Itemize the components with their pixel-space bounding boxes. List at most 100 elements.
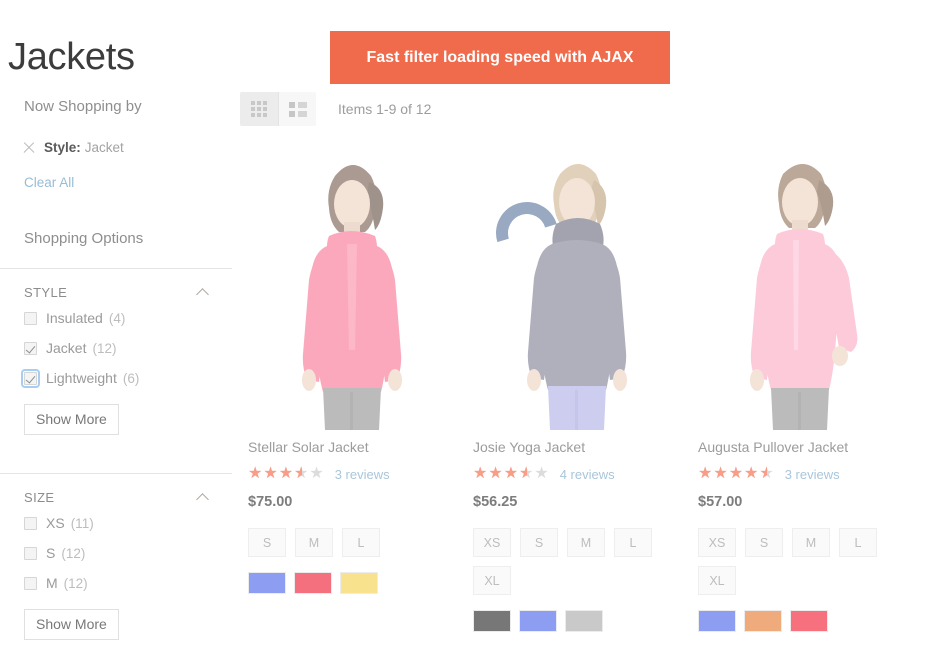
color-swatch[interactable] (790, 610, 828, 632)
checkbox-jacket[interactable] (24, 341, 37, 355)
product-price: $57.00 (698, 494, 743, 510)
filter-option-count: (12) (92, 340, 117, 356)
size-swatch[interactable]: L (839, 528, 877, 557)
color-swatch[interactable] (565, 610, 603, 632)
product-rating: ★★★★★ ★★★★★ 4 reviews (465, 466, 690, 482)
product-card[interactable]: Augusta Pullover Jacket ★★★★★ ★★★★★ 3 re… (690, 140, 915, 632)
view-mode-switcher (240, 92, 316, 126)
color-swatches (240, 572, 465, 594)
size-swatch[interactable]: M (295, 528, 333, 557)
filter-option-count: (11) (70, 515, 94, 531)
star-rating-fill: ★★★★★ (473, 466, 527, 482)
size-swatch[interactable]: XS (698, 528, 736, 557)
color-swatch[interactable] (473, 610, 511, 632)
close-icon[interactable] (22, 141, 36, 155)
size-swatch[interactable]: XS (473, 528, 511, 557)
filter-option-xs[interactable]: XS (11) (24, 515, 216, 531)
checkbox-s[interactable] (24, 546, 37, 560)
star-rating-icon: ★★★★★ ★★★★★ (248, 465, 325, 482)
size-swatch[interactable]: XL (473, 566, 511, 595)
checkbox-lightweight[interactable] (21, 368, 40, 388)
reviews-link[interactable]: 4 reviews (560, 467, 615, 482)
checkbox-insulated[interactable] (24, 311, 37, 325)
product-rating: ★★★★★ ★★★★★ 3 reviews (240, 466, 465, 482)
shopping-options-title: Shopping Options (24, 230, 144, 247)
product-price: $56.25 (473, 494, 518, 510)
active-filter-item: Style: Jacket (0, 140, 232, 155)
color-swatch[interactable] (340, 572, 378, 594)
product-card[interactable]: Stellar Solar Jacket ★★★★★ ★★★★★ 3 revie… (240, 140, 465, 632)
color-swatch[interactable] (248, 572, 286, 594)
product-rating: ★★★★★ ★★★★★ 3 reviews (690, 466, 915, 482)
filter-option-label: XS (46, 515, 65, 531)
filter-option-s[interactable]: S (12) (24, 545, 216, 561)
color-swatch[interactable] (744, 610, 782, 632)
color-swatch[interactable] (698, 610, 736, 632)
product-grid: Stellar Solar Jacket ★★★★★ ★★★★★ 3 revie… (240, 140, 944, 632)
color-swatch[interactable] (519, 610, 557, 632)
filter-size-options: XS (11) S (12) M (12) (0, 515, 216, 591)
chevron-up-icon[interactable] (197, 491, 210, 504)
promo-banner-text: Fast filter loading speed with AJAX (366, 48, 634, 66)
active-filter-label: Style: (44, 140, 81, 155)
filter-style-title: STYLE (24, 285, 68, 300)
product-photo-illustration (701, 140, 904, 430)
promo-banner: Fast filter loading speed with AJAX (330, 31, 670, 84)
color-swatches (465, 610, 690, 632)
filter-option-m[interactable]: M (12) (24, 575, 216, 591)
filter-option-count: (4) (108, 310, 126, 326)
filter-option-label: M (46, 575, 58, 591)
now-shopping-by-title: Now Shopping by (24, 98, 142, 115)
size-swatches: XS S M L XL (465, 528, 665, 604)
filter-option-count: (12) (61, 545, 86, 561)
product-toolbar: Items 1-9 of 12 (240, 92, 944, 126)
color-swatches (690, 610, 915, 632)
items-count-text: Items 1-9 of 12 (338, 101, 432, 117)
filter-size-header[interactable]: SIZE (0, 474, 216, 515)
filter-style-options: Insulated (4) Jacket (12) Lightweight (6… (0, 310, 216, 388)
size-swatch[interactable]: XL (698, 566, 736, 595)
product-image-josie-yoga-jacket[interactable] (476, 140, 679, 430)
show-more-style-button[interactable]: Show More (24, 404, 119, 435)
filter-option-jacket[interactable]: Jacket (12) (24, 340, 216, 356)
product-card[interactable]: Josie Yoga Jacket ★★★★★ ★★★★★ 4 reviews … (465, 140, 690, 632)
active-filter-value: Jacket (84, 140, 124, 155)
product-image-augusta-pullover-jacket[interactable] (701, 140, 904, 430)
filter-option-count: (12) (63, 575, 88, 591)
star-rating-icon: ★★★★★ ★★★★★ (698, 465, 775, 482)
product-name[interactable]: Augusta Pullover Jacket (690, 438, 915, 456)
list-view-button[interactable] (278, 92, 316, 126)
size-swatch[interactable]: S (520, 528, 558, 557)
product-name[interactable]: Stellar Solar Jacket (240, 438, 465, 456)
size-swatch[interactable]: M (792, 528, 830, 557)
filter-size-title: SIZE (24, 490, 55, 505)
product-name[interactable]: Josie Yoga Jacket (465, 438, 690, 456)
filter-style-header[interactable]: STYLE (0, 269, 216, 310)
clear-all-link[interactable]: Clear All (0, 175, 232, 190)
reviews-link[interactable]: 3 reviews (785, 467, 840, 482)
filter-option-label: S (46, 545, 56, 561)
checkbox-m[interactable] (24, 576, 37, 590)
filter-option-lightweight[interactable]: Lightweight (6) (21, 368, 216, 388)
product-photo-illustration (476, 140, 679, 430)
page-title: Jackets (8, 36, 135, 79)
size-swatch[interactable]: L (342, 528, 380, 557)
size-swatch[interactable]: S (248, 528, 286, 557)
show-more-size-button[interactable]: Show More (24, 609, 119, 640)
star-rating-fill: ★★★★★ (698, 466, 768, 482)
product-image-stellar-solar-jacket[interactable] (251, 140, 454, 430)
product-list-main: Items 1-9 of 12 Stellar Solar Jacket ★★★… (240, 92, 944, 632)
size-swatch[interactable]: L (614, 528, 652, 557)
chevron-up-icon[interactable] (197, 286, 210, 299)
star-rating-fill: ★★★★★ (248, 466, 302, 482)
filter-option-label: Lightweight (46, 370, 117, 386)
size-swatch[interactable]: M (567, 528, 605, 557)
checkbox-xs[interactable] (24, 516, 37, 530)
color-swatch[interactable] (294, 572, 332, 594)
filter-block-size: SIZE XS (11) S (12) M (12) Show More (0, 473, 232, 660)
filter-option-insulated[interactable]: Insulated (4) (24, 310, 216, 326)
size-swatch[interactable]: S (745, 528, 783, 557)
reviews-link[interactable]: 3 reviews (335, 467, 390, 482)
size-swatches: XS S M L XL (690, 528, 890, 604)
grid-view-button[interactable] (240, 92, 278, 126)
